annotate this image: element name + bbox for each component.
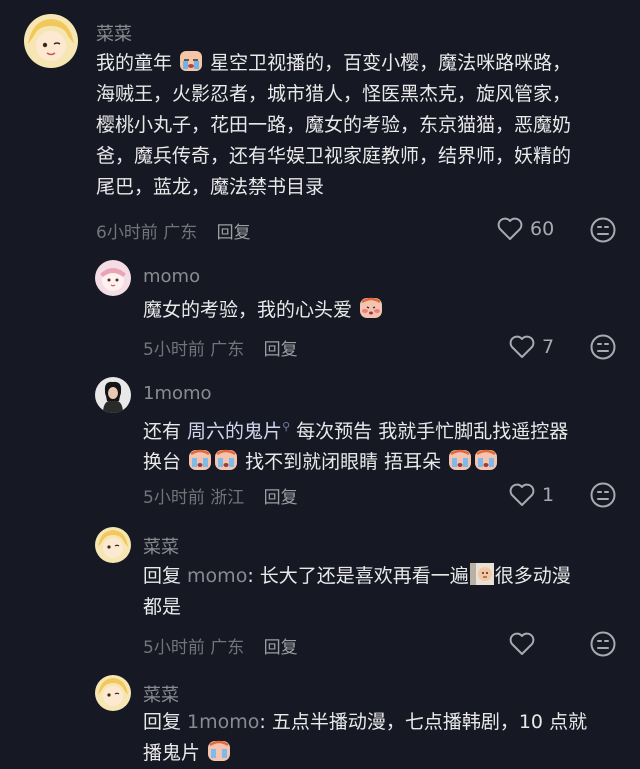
dislike-face-icon[interactable] — [589, 630, 617, 658]
reply-to-username[interactable]: 1momo — [187, 711, 259, 733]
comment-username[interactable]: momo — [143, 266, 200, 287]
cry-emoji-icon — [180, 51, 203, 71]
heart-icon — [509, 632, 535, 655]
comment-location: 广东 — [210, 340, 245, 360]
comment-username[interactable]: 1momo — [143, 383, 212, 404]
comment-time: 5小时前 — [143, 488, 205, 508]
comment-time: 5小时前 — [143, 638, 205, 658]
scared-emoji-icon — [215, 450, 238, 471]
text-segment: 找不到就闭眼睛 捂耳朵 — [245, 451, 442, 474]
comment-username[interactable]: 菜菜 — [143, 681, 179, 707]
reply-button[interactable]: 回复 — [264, 638, 298, 658]
peek-emoji-icon — [469, 563, 494, 585]
comment-meta: 5小时前 广东 回复 — [143, 633, 298, 658]
heart-icon — [509, 335, 535, 358]
reply-button[interactable]: 回复 — [264, 488, 298, 508]
scared-emoji-icon — [208, 740, 231, 761]
comment-meta: 5小时前 广东 回复 — [143, 335, 298, 360]
like-button[interactable]: 60 — [496, 216, 554, 242]
text-segment: 魔女的考验，我的心头爱 — [143, 299, 353, 321]
like-button[interactable] — [508, 631, 536, 657]
comment-meta: 6小时前 广东 回复 — [96, 218, 251, 243]
text-line: 爸，魔兵传奇，还有华娱卫视家庭教师，结界师，妖精的 — [96, 145, 572, 167]
comment-text: 还有 周六的鬼片⚲ 每次预告 我就手忙脚乱找遥控器 换台 找不到就闭眼睛 捂耳朵 — [143, 411, 568, 478]
avatar[interactable] — [95, 260, 131, 296]
reply-to-username[interactable]: momo — [187, 565, 247, 587]
text-line: 海贼王，火影忍者，城市猎人，怪医黑杰克，旋风管家， — [96, 83, 572, 105]
text-line: 尾巴，蓝龙，魔法禁书目录 — [96, 176, 325, 198]
text-segment: : 五点半播动漫，七点播韩剧，10 点就 — [259, 711, 588, 733]
comment-username[interactable]: 菜菜 — [96, 20, 132, 46]
avatar[interactable] — [95, 527, 131, 563]
search-tag-link[interactable]: 周六的鬼片 — [187, 420, 282, 442]
comment-meta: 5小时前 浙江 回复 — [143, 483, 298, 508]
comment-time: 6小时前 — [96, 223, 158, 243]
comment-location: 广东 — [163, 223, 198, 243]
like-count: 7 — [542, 336, 555, 358]
scared-emoji-icon — [449, 450, 472, 471]
comment-text: 我的童年 星空卫视播的，百变小樱，魔法咪路咪路， 海贼王，火影忍者，城市猎人，怪… — [96, 48, 571, 203]
comment-text: 回复 momo: 长大了还是喜欢再看一遍 很多动漫 都是 — [143, 561, 571, 623]
comment-text: 魔女的考验，我的心头爱 — [143, 295, 384, 326]
heart-icon — [509, 483, 535, 506]
comment-text: 回复 1momo: 五点半播动漫，七点播韩剧，10 点就 播鬼片 — [143, 707, 587, 769]
like-count: 60 — [530, 218, 555, 240]
text-segment: 每次预告 我就手忙脚乱找遥控器 — [290, 420, 569, 443]
text-segment: 很多动漫 — [494, 565, 571, 587]
comment-location: 浙江 — [210, 488, 245, 508]
heart-icon — [497, 217, 523, 240]
search-tag-icon: ⚲ — [282, 420, 291, 433]
text-line: 樱桃小丸子，花田一路，魔女的考验，东京猫猫，恶魔奶 — [96, 114, 572, 136]
text-segment: 回复 — [143, 565, 188, 587]
text-line: 都是 — [143, 596, 182, 618]
text-segment: 回复 — [143, 711, 188, 733]
comment-time: 5小时前 — [143, 340, 205, 360]
avatar[interactable] — [24, 14, 78, 68]
dislike-face-icon[interactable] — [589, 481, 617, 509]
dislike-face-icon[interactable] — [589, 216, 617, 244]
text-segment: : 长大了还是喜欢再看一遍 — [247, 565, 469, 587]
reply-button[interactable]: 回复 — [217, 223, 251, 243]
scared-emoji-icon — [475, 450, 498, 471]
avatar[interactable] — [95, 377, 131, 413]
reply-button[interactable]: 回复 — [264, 340, 298, 360]
avatar[interactable] — [95, 675, 131, 711]
text-segment: 我的童年 — [96, 52, 173, 74]
blush-emoji-icon — [360, 297, 383, 318]
comment-username[interactable]: 菜菜 — [143, 533, 179, 559]
like-button[interactable]: 7 — [508, 334, 554, 360]
like-button[interactable]: 1 — [508, 482, 554, 508]
text-segment: 播鬼片 — [143, 742, 201, 764]
comment-location: 广东 — [210, 638, 245, 658]
text-segment: 还有 — [143, 420, 188, 443]
scared-emoji-icon — [189, 450, 212, 471]
dislike-face-icon[interactable] — [589, 333, 617, 361]
text-segment: 换台 — [143, 451, 182, 474]
like-count: 1 — [542, 484, 555, 506]
text-segment: 星空卫视播的，百变小樱，魔法咪路咪路， — [210, 52, 572, 74]
